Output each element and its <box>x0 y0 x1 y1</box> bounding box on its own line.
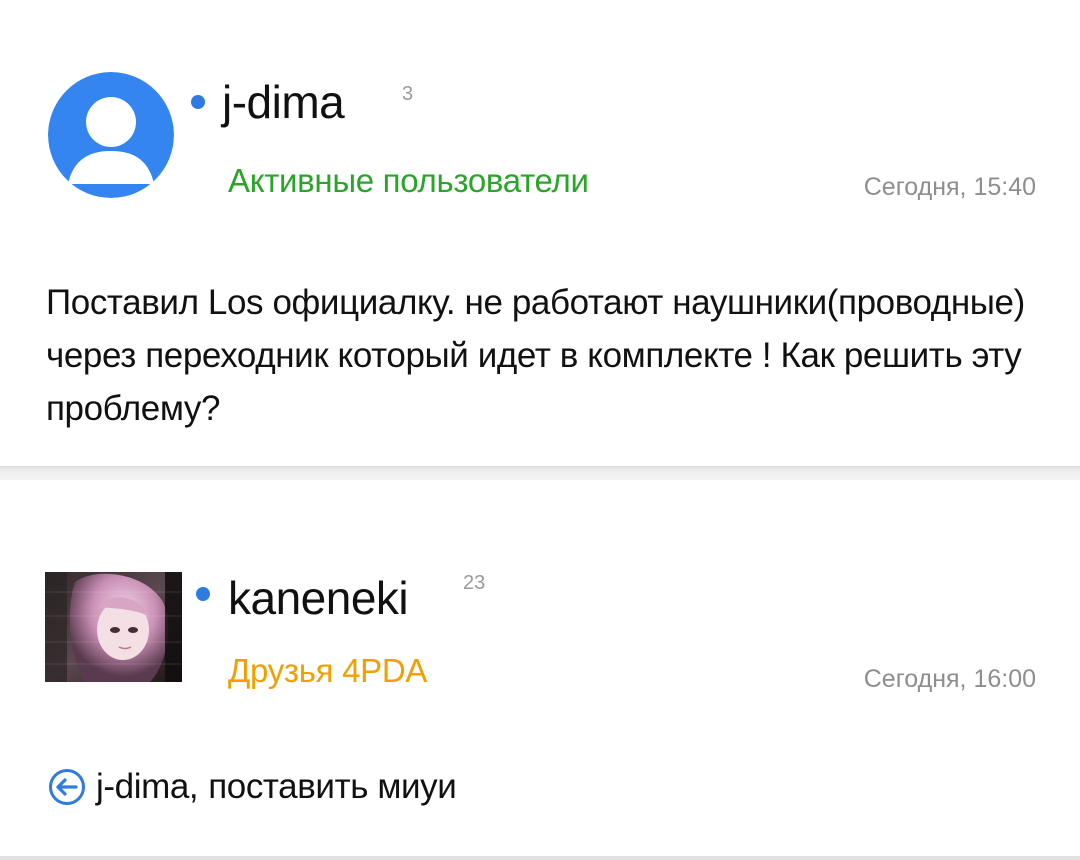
user-group-label: Друзья 4PDA <box>228 652 428 689</box>
post-divider <box>0 856 1080 860</box>
reputation-count[interactable]: 3 <box>402 83 413 105</box>
post-author-name[interactable]: j-dima <box>222 77 345 127</box>
post-body-text: Поставил Los официалку. не работают науш… <box>46 283 1025 428</box>
user-avatar-default-icon[interactable] <box>48 72 174 198</box>
reply-arrow-icon[interactable] <box>48 768 86 806</box>
post-timestamp: Сегодня, 15:40 <box>863 173 1036 201</box>
post-author-name[interactable]: kaneneki <box>228 573 409 623</box>
post-divider <box>0 466 1080 480</box>
online-status-dot <box>196 587 210 601</box>
post-body-text: поставить миуи <box>208 767 457 806</box>
reply-line: j-dima, поставить миуи <box>48 764 457 810</box>
user-avatar-photo[interactable] <box>45 572 182 682</box>
reply-target-username[interactable]: j-dima, <box>96 764 199 810</box>
post-item: j-dima 3 Активные пользователи Сегодня, … <box>0 0 1080 466</box>
post-timestamp: Сегодня, 16:00 <box>863 665 1036 693</box>
online-status-dot <box>191 95 205 109</box>
user-group-label: Активные пользователи <box>228 162 589 199</box>
reputation-count[interactable]: 23 <box>463 572 485 594</box>
